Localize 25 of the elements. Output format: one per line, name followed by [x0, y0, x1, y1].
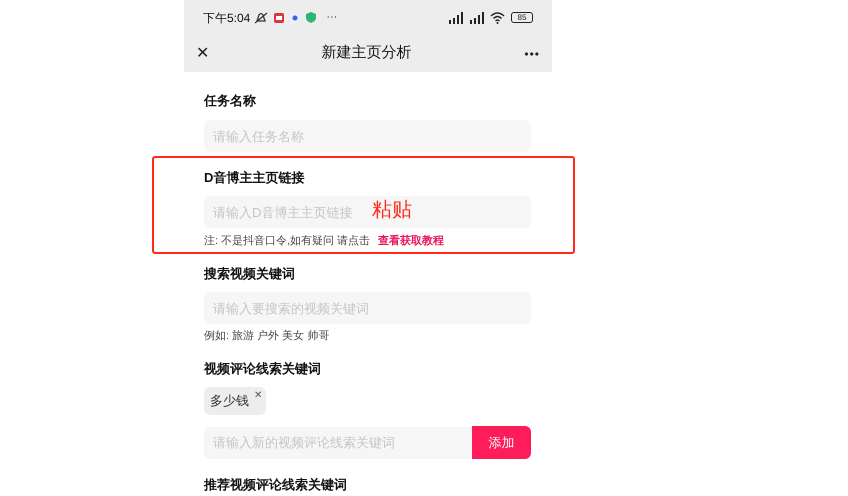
status-time: 下午5:04 — [203, 10, 250, 26]
signal-icon — [448, 12, 465, 24]
more-button[interactable]: ••• — [524, 44, 540, 62]
battery-level-text: 85 — [518, 13, 526, 22]
note-text: 注: 不是抖音口令,如有疑问 请点击 查看获取教程 — [204, 234, 444, 248]
field-label: 搜索视频关键词 — [204, 265, 295, 283]
field-label: 推荐视频评论线索关键词 — [204, 476, 347, 494]
annotation-text: 粘贴 — [372, 197, 412, 221]
tutorial-link[interactable]: 查看获取教程 — [378, 235, 444, 247]
page-title: 新建主页分析 — [322, 43, 412, 64]
close-button[interactable]: ✕ — [196, 46, 209, 62]
add-button[interactable]: 添加 — [472, 426, 531, 459]
field-label: D音博主主页链接 — [204, 169, 304, 187]
tag-text: 多少钱 — [210, 392, 249, 410]
field-label: 任务名称 — [204, 92, 256, 110]
app-icon — [274, 12, 284, 22]
more-status-text: ··· — [326, 10, 338, 26]
mute-icon — [254, 12, 268, 24]
shield-icon — [306, 12, 316, 23]
signal-icon — [469, 12, 486, 24]
wifi-icon — [490, 12, 505, 24]
hint-text: 例如: 旅游 户外 美女 帅哥 — [204, 329, 330, 343]
field-label: 视频评论线索关键词 — [204, 360, 321, 378]
app-icon — [290, 12, 300, 22]
remove-tag-button[interactable]: ✕ — [254, 387, 262, 405]
